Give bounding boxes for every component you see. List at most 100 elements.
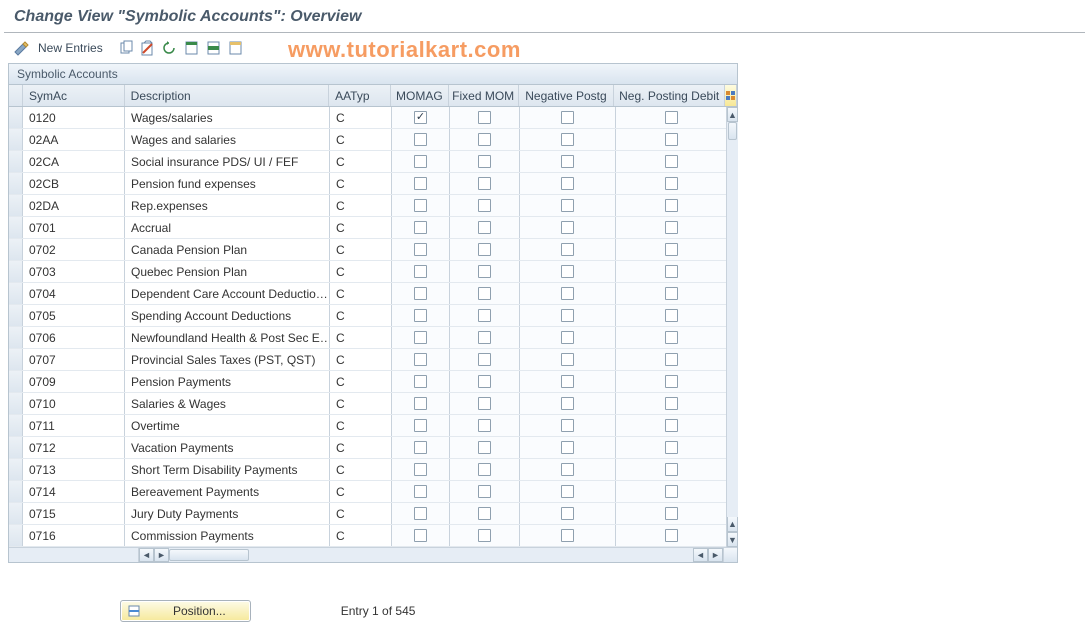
row-selector[interactable] [9,239,23,260]
cell-description[interactable]: Newfoundland Health & Post Sec E… [125,327,330,348]
checkbox-negative-postg[interactable] [561,375,574,388]
cell-symac[interactable]: 0709 [23,371,125,392]
checkbox-fixed-mom[interactable] [478,463,491,476]
checkbox-negative-postg[interactable] [561,463,574,476]
cell-aatyp[interactable]: C [330,261,392,282]
cell-description[interactable]: Bereavement Payments [125,481,330,502]
cell-description[interactable]: Rep.expenses [125,195,330,216]
cell-description[interactable]: Pension fund expenses [125,173,330,194]
checkbox-negative-postg[interactable] [561,397,574,410]
checkbox-negative-postg[interactable] [561,155,574,168]
cell-description[interactable]: Overtime [125,415,330,436]
row-selector[interactable] [9,327,23,348]
checkbox-momag[interactable] [414,375,427,388]
checkbox-momag[interactable] [414,419,427,432]
cell-description[interactable]: Provincial Sales Taxes (PST, QST) [125,349,330,370]
cell-aatyp[interactable]: C [330,415,392,436]
vertical-scrollbar[interactable]: ▲ ▲ ▼ [726,107,738,547]
cell-aatyp[interactable]: C [330,459,392,480]
cell-symac[interactable]: 02AA [23,129,125,150]
delete-icon[interactable] [139,39,157,57]
checkbox-momag[interactable] [414,397,427,410]
checkbox-momag[interactable] [414,529,427,542]
cell-aatyp[interactable]: C [330,371,392,392]
checkbox-neg-posting-debit[interactable] [665,375,678,388]
checkbox-momag[interactable] [414,507,427,520]
cell-symac[interactable]: 0120 [23,107,125,128]
checkbox-neg-posting-debit[interactable] [665,177,678,190]
checkbox-fixed-mom[interactable] [478,199,491,212]
new-entries-button[interactable]: New Entries [34,41,113,55]
checkbox-neg-posting-debit[interactable] [665,287,678,300]
column-header-negative-postg[interactable]: Negative Postg [519,85,615,106]
checkbox-negative-postg[interactable] [561,243,574,256]
cell-aatyp[interactable]: C [330,173,392,194]
cell-description[interactable]: Pension Payments [125,371,330,392]
checkbox-fixed-mom[interactable] [478,265,491,278]
cell-description[interactable]: Accrual [125,217,330,238]
cell-symac[interactable]: 0703 [23,261,125,282]
select-all-icon[interactable] [183,39,201,57]
cell-description[interactable]: Jury Duty Payments [125,503,330,524]
cell-symac[interactable]: 0712 [23,437,125,458]
row-selector[interactable] [9,261,23,282]
checkbox-momag[interactable] [414,441,427,454]
checkbox-fixed-mom[interactable] [478,419,491,432]
checkbox-negative-postg[interactable] [561,221,574,234]
cell-description[interactable]: Commission Payments [125,525,330,546]
table-settings-icon[interactable] [724,85,737,106]
cell-symac[interactable]: 0715 [23,503,125,524]
checkbox-fixed-mom[interactable] [478,221,491,234]
checkbox-neg-posting-debit[interactable] [665,243,678,256]
cell-symac[interactable]: 02DA [23,195,125,216]
row-selector[interactable] [9,195,23,216]
row-selector[interactable] [9,503,23,524]
checkbox-neg-posting-debit[interactable] [665,199,678,212]
cell-symac[interactable]: 0706 [23,327,125,348]
checkbox-negative-postg[interactable] [561,353,574,366]
checkbox-momag[interactable] [414,309,427,322]
checkbox-momag[interactable] [414,133,427,146]
checkbox-fixed-mom[interactable] [478,177,491,190]
checkbox-neg-posting-debit[interactable] [665,353,678,366]
hscroll-right-icon[interactable]: ► [154,548,169,562]
checkbox-momag[interactable] [414,111,427,124]
cell-description[interactable]: Social insurance PDS/ UI / FEF [125,151,330,172]
checkbox-momag[interactable] [414,287,427,300]
cell-symac[interactable]: 0704 [23,283,125,304]
position-button[interactable]: Position... [120,600,251,622]
scroll-track[interactable] [727,122,738,517]
checkbox-neg-posting-debit[interactable] [665,529,678,542]
cell-symac[interactable]: 0713 [23,459,125,480]
checkbox-neg-posting-debit[interactable] [665,155,678,168]
checkbox-momag[interactable] [414,463,427,476]
checkbox-fixed-mom[interactable] [478,155,491,168]
copy-as-icon[interactable] [117,39,135,57]
checkbox-negative-postg[interactable] [561,265,574,278]
checkbox-neg-posting-debit[interactable] [665,331,678,344]
cell-aatyp[interactable]: C [330,349,392,370]
row-selector[interactable] [9,459,23,480]
checkbox-neg-posting-debit[interactable] [665,419,678,432]
select-block-icon[interactable] [205,39,223,57]
checkbox-neg-posting-debit[interactable] [665,397,678,410]
column-header-aatyp[interactable]: AATyp [329,85,391,106]
column-header-neg-posting-debit[interactable]: Neg. Posting Debit [614,85,724,106]
cell-aatyp[interactable]: C [330,283,392,304]
cell-description[interactable]: Quebec Pension Plan [125,261,330,282]
cell-symac[interactable]: 0710 [23,393,125,414]
checkbox-momag[interactable] [414,485,427,498]
cell-description[interactable]: Wages and salaries [125,129,330,150]
cell-symac[interactable]: 02CA [23,151,125,172]
checkbox-negative-postg[interactable] [561,529,574,542]
row-selector[interactable] [9,393,23,414]
row-selector[interactable] [9,173,23,194]
cell-aatyp[interactable]: C [330,151,392,172]
cell-symac[interactable]: 0701 [23,217,125,238]
row-selector[interactable] [9,217,23,238]
row-selector[interactable] [9,415,23,436]
row-selector[interactable] [9,437,23,458]
cell-symac[interactable]: 0714 [23,481,125,502]
checkbox-neg-posting-debit[interactable] [665,441,678,454]
row-selector[interactable] [9,349,23,370]
